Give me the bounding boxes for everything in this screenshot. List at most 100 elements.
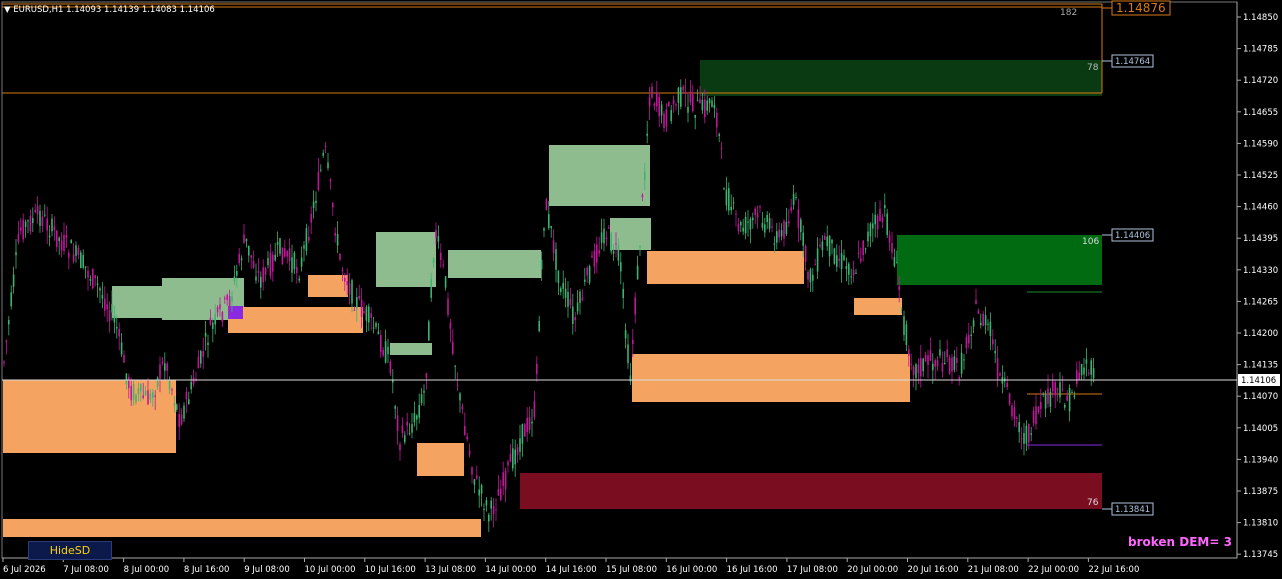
time-axis-label: 10 Jul 16:00 — [365, 565, 416, 575]
candle-body — [968, 334, 970, 344]
price-axis-label: 1.13810 — [1243, 519, 1278, 529]
candle-body — [660, 104, 663, 116]
time-axis-label: 7 Jul 08:00 — [63, 565, 109, 575]
candle-body — [303, 245, 305, 249]
price-axis-label: 1.14200 — [1243, 329, 1278, 339]
candle-body — [761, 222, 764, 228]
level-price-orange: 1.14876 — [1116, 1, 1166, 15]
candle-body — [1092, 368, 1095, 379]
candle-body — [831, 239, 833, 244]
candle-body — [418, 405, 420, 418]
candle-body — [20, 227, 22, 231]
price-axis-label: 1.14135 — [1243, 361, 1278, 371]
candle-body — [480, 485, 483, 494]
candle-body — [24, 221, 27, 227]
candle-body — [1030, 433, 1032, 435]
price-axis: 1.14850 1.14785 1.14720 1.14655 1.14590 1.145… — [1237, 13, 1278, 560]
candle-body — [759, 206, 761, 208]
candle-body — [720, 147, 723, 149]
candle-body — [994, 350, 996, 354]
level-price-106: 1.14406 — [1115, 231, 1150, 241]
candle-body — [502, 472, 504, 487]
time-axis-label: 10 Jul 00:00 — [305, 565, 356, 575]
candle-body — [528, 417, 531, 430]
candle-body — [375, 322, 377, 328]
candle-body — [1054, 382, 1056, 396]
candle-body — [910, 363, 912, 365]
candle-body — [461, 406, 464, 410]
candle-body — [972, 320, 975, 327]
candle-body — [519, 438, 521, 452]
candle-body — [564, 288, 567, 299]
candle-body — [1044, 393, 1047, 409]
level-count-106: 106 — [1082, 237, 1099, 247]
price-chart[interactable]: 182 78 106 76 1.14876 1.14764 1.14406 1.… — [0, 0, 1282, 579]
price-axis-label: 1.14525 — [1243, 171, 1278, 181]
candle-body — [708, 98, 711, 104]
candle-body — [785, 221, 788, 235]
time-axis-label: 14 Jul 00:00 — [485, 565, 536, 575]
candle-body — [1013, 407, 1016, 420]
candle-body — [569, 298, 572, 305]
candle-body — [485, 500, 488, 506]
candle-body — [372, 327, 375, 329]
candle-body — [382, 350, 384, 356]
candle-body — [932, 363, 934, 371]
candle-body — [327, 162, 329, 169]
candle-body — [920, 358, 922, 377]
candle-body — [192, 377, 195, 385]
candle-body — [588, 266, 591, 283]
candle-body — [56, 230, 58, 247]
candle-body — [72, 254, 75, 262]
candle-body — [454, 365, 456, 367]
candle-body — [224, 297, 226, 300]
candle-body — [958, 377, 960, 380]
candle-body — [1080, 363, 1083, 376]
candle-body — [257, 270, 260, 274]
candle-body — [336, 233, 339, 246]
time-axis-label: 15 Jul 08:00 — [606, 565, 657, 575]
time-axis-label: 22 Jul 00:00 — [1028, 565, 1079, 575]
candle-body — [219, 304, 221, 310]
candle-body — [365, 307, 368, 321]
candle-body — [348, 283, 351, 295]
time-axis-label: 6 Jul 2026 — [3, 565, 46, 575]
candle-body — [855, 272, 857, 274]
candle-body — [440, 252, 442, 261]
candle-body — [416, 415, 418, 420]
candle-body — [94, 275, 96, 279]
candle-body — [850, 276, 852, 278]
candle-body — [982, 313, 984, 326]
broken-dem-status: broken DEM= 3 — [1128, 535, 1232, 549]
candle-body — [432, 258, 435, 264]
candle-body — [358, 295, 360, 299]
candle-body — [665, 109, 668, 127]
candle-body — [320, 169, 322, 171]
candle-body — [713, 104, 716, 109]
candle-body — [977, 310, 980, 314]
candle-body — [639, 245, 641, 248]
candle-body — [77, 247, 80, 255]
candle-body — [862, 240, 864, 256]
candle-body — [32, 218, 34, 223]
candle-body — [970, 334, 972, 336]
candle-body — [137, 388, 140, 394]
candle-body — [922, 358, 924, 372]
candle-body — [140, 384, 142, 392]
candle-body — [1085, 359, 1088, 364]
candle-body — [332, 203, 334, 208]
hide-sd-button[interactable]: HideSD — [28, 541, 112, 560]
candle-body — [603, 228, 605, 244]
candle-body — [423, 390, 425, 393]
candle-body — [15, 252, 17, 256]
candle-body — [344, 277, 346, 282]
candle-body — [202, 351, 204, 357]
candle-body — [168, 381, 171, 390]
candle-body — [356, 297, 358, 310]
candle-body — [200, 351, 202, 364]
candle-body — [756, 213, 759, 218]
candle-body — [948, 357, 951, 374]
menu-triangle-icon[interactable]: ▼ — [4, 5, 11, 15]
candle-body — [1037, 406, 1040, 413]
candle-body — [449, 322, 452, 329]
